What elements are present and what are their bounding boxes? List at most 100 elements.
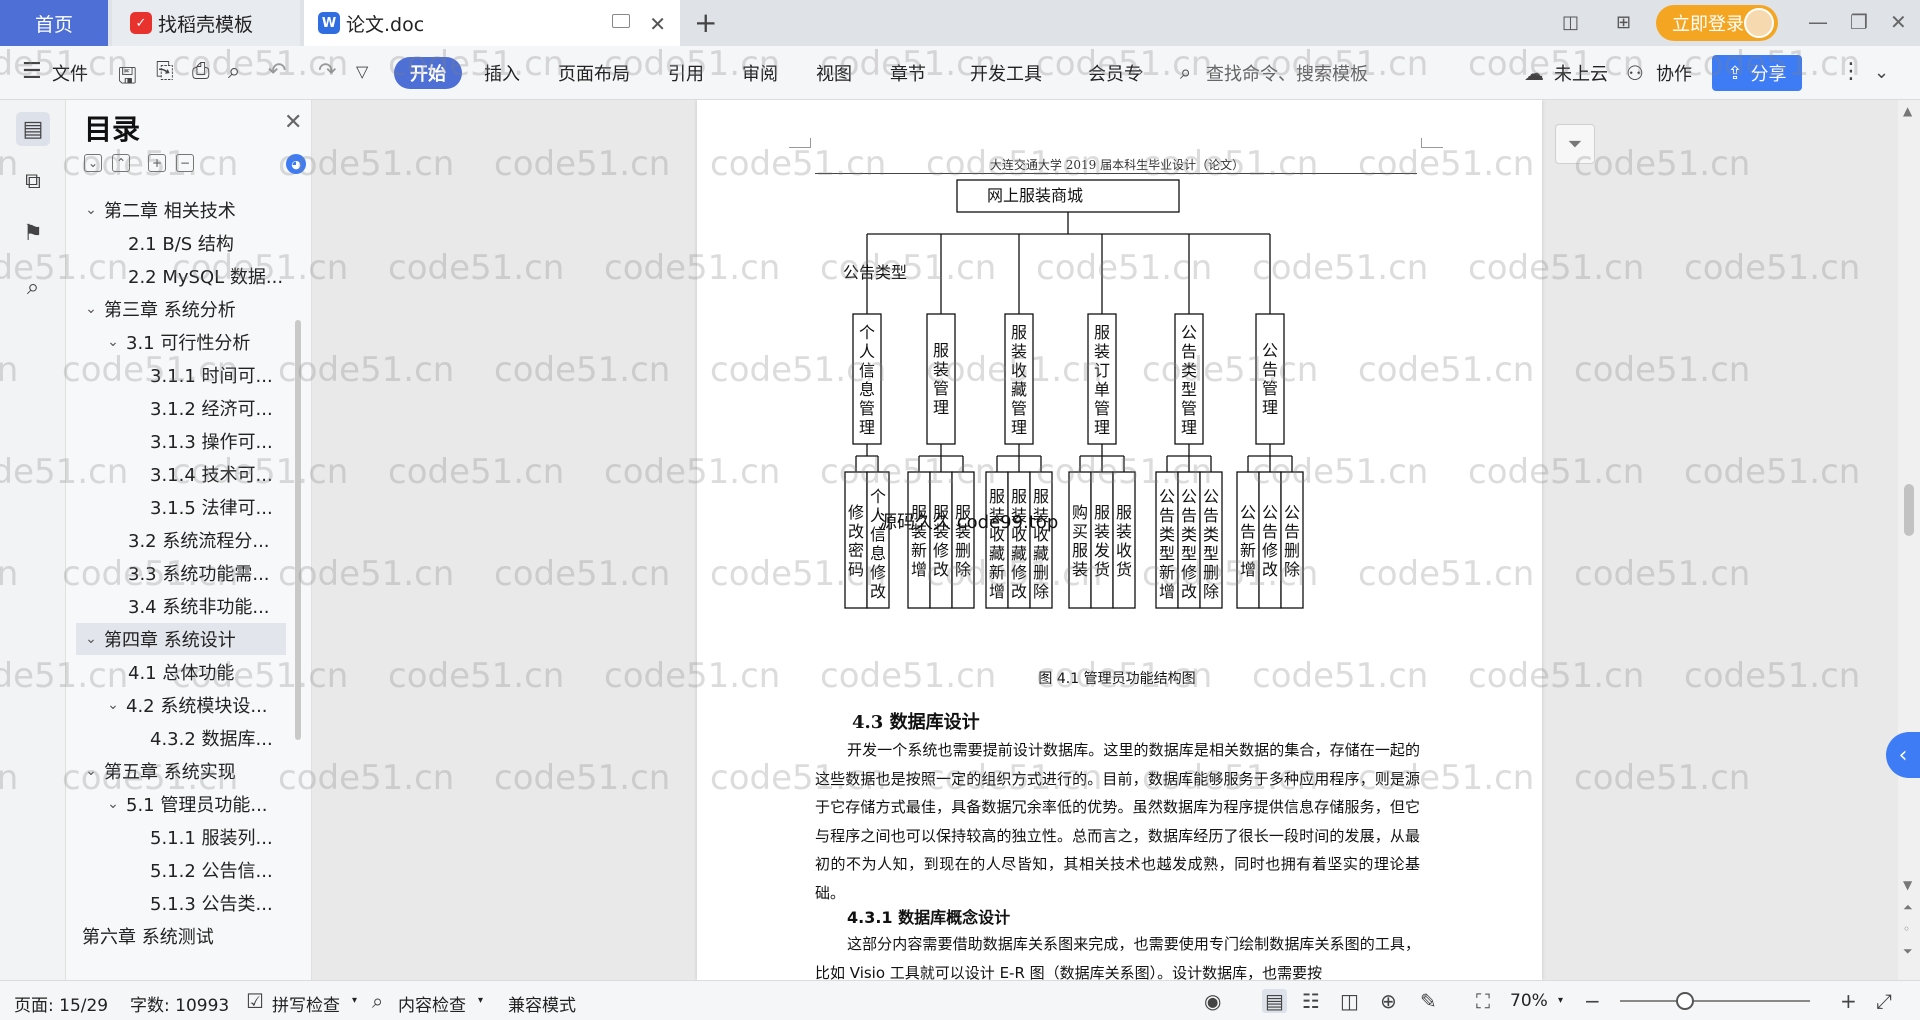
close-window-icon[interactable]: ✕ (1890, 10, 1907, 34)
more-options-icon[interactable]: ⋮ (1840, 59, 1862, 84)
toc-item[interactable]: 3.1.4 技术可... (76, 458, 286, 490)
write-mode-icon[interactable]: ✎ (1420, 989, 1437, 1013)
toc-expand-arrow-icon[interactable]: ⌄ (82, 202, 100, 218)
toc-expand-arrow-icon[interactable]: ⌄ (82, 301, 100, 317)
toc-expand-arrow-icon[interactable]: ⌄ (82, 763, 100, 779)
collab-button[interactable]: 协作 (1656, 60, 1692, 86)
tab-home[interactable]: 首页 (0, 0, 108, 46)
toc-expand-arrow-icon[interactable]: ⌄ (104, 697, 122, 713)
toc-item[interactable]: 3.1.2 经济可... (76, 392, 286, 424)
web-view-icon[interactable]: ⊕ (1380, 989, 1397, 1013)
toc-item[interactable]: ⌄ 4.2 系统模块设... (76, 689, 286, 721)
toc-item[interactable]: 4.1 总体功能 (76, 656, 286, 688)
next-page-icon[interactable]: ⏷ (1903, 944, 1913, 959)
scroll-down-icon[interactable]: ▼ (1903, 878, 1912, 892)
prev-page-icon[interactable]: ⏶ (1903, 900, 1913, 915)
toc-collapse-icon[interactable]: ⌃ (112, 154, 130, 172)
toc-item[interactable]: ⌄ 第三章 系统分析 (76, 293, 286, 325)
eye-protect-icon[interactable]: ◉ (1204, 989, 1221, 1013)
ribbon-tab-insert[interactable]: 插入 (484, 60, 520, 86)
zoom-level[interactable]: 70% (1510, 991, 1548, 1011)
toc-expand-arrow-icon[interactable]: ⌄ (104, 796, 122, 812)
redo-icon[interactable]: ↷ (318, 59, 336, 84)
toc-assistant-icon[interactable]: ◕ (286, 154, 306, 174)
grid-apps-icon[interactable]: ⊞ (1616, 12, 1631, 33)
outline-view-icon[interactable]: ☷ (1302, 989, 1320, 1013)
vertical-scrollbar[interactable]: ▲ ▼ ⏶ ◦ ⏷ (1898, 100, 1920, 980)
page-view-icon[interactable]: ▤ (1262, 989, 1287, 1013)
cloud-status-button[interactable]: 未上云 (1554, 60, 1608, 86)
print-preview-icon[interactable]: ⌕ (228, 59, 240, 84)
zoom-slider[interactable] (1620, 1000, 1810, 1002)
ribbon-tab-start[interactable]: 开始 (394, 57, 462, 89)
toc-item[interactable]: 2.1 B/S 结构 (76, 227, 286, 259)
tab-template[interactable]: ✓ 找稻壳模板 (112, 0, 300, 46)
ribbon-tab-review[interactable]: 审阅 (742, 60, 778, 86)
content-dropdown-icon[interactable]: ▾ (478, 995, 483, 1006)
toc-item[interactable]: ⌄ 第二章 相关技术 (76, 194, 286, 226)
document-page[interactable]: 大连交通大学 2019 届本科生毕业设计（论文） 网上服装商城 公告类型 个人信息管… (697, 100, 1542, 980)
toc-item[interactable]: 5.1.3 公告类... (76, 887, 286, 919)
login-button[interactable]: 立即登录 (1656, 5, 1778, 41)
command-search-input[interactable]: 查找命令、搜索模板 (1206, 60, 1368, 86)
toc-item[interactable]: 3.1.3 操作可... (76, 425, 286, 457)
toc-item[interactable]: 5.1.1 服装列... (76, 821, 286, 853)
new-tab-button[interactable]: + (694, 6, 717, 39)
spell-check-button[interactable]: 拼写检查 (272, 991, 340, 1016)
toc-item[interactable]: 2.2 MySQL 数据... (76, 260, 286, 292)
layout-toggle-icon[interactable]: ◫ (1562, 12, 1579, 33)
zoom-slider-handle[interactable] (1676, 992, 1694, 1010)
toc-panel-icon[interactable]: ▤ (16, 112, 50, 146)
toc-item[interactable]: ⌄ 5.1 管理员功能... (76, 788, 286, 820)
select-browse-icon[interactable]: ◦ (1903, 922, 1910, 936)
bookmark-icon[interactable]: ⚑ (16, 216, 50, 250)
zoom-dropdown-icon[interactable]: ▾ (1558, 995, 1563, 1006)
scroll-up-icon[interactable]: ▲ (1903, 104, 1912, 118)
share-button[interactable]: ⇪ 分享 (1712, 55, 1802, 91)
export-pdf-icon[interactable]: ⎘ (156, 59, 174, 84)
file-menu[interactable]: 文件 (52, 60, 88, 86)
monitor-icon[interactable] (612, 14, 630, 28)
toc-item[interactable]: 第六章 系统测试 (76, 920, 286, 952)
toc-item[interactable]: 3.1.5 法律可... (76, 491, 286, 523)
ribbon-tab-view[interactable]: 视图 (816, 60, 852, 86)
zoom-in-icon[interactable]: + (1840, 989, 1857, 1013)
toc-item[interactable]: ⌄ 3.1 可行性分析 (76, 326, 286, 358)
toc-expand-icon[interactable]: ⌄ (84, 154, 102, 172)
ribbon-tab-developer[interactable]: 开发工具 (970, 60, 1042, 86)
tab-document[interactable]: W 论文.doc ✕ (304, 0, 680, 46)
toc-item[interactable]: 3.4 系统非功能... (76, 590, 286, 622)
spell-dropdown-icon[interactable]: ▾ (352, 995, 357, 1006)
ribbon-tab-section[interactable]: 章节 (890, 60, 926, 86)
content-check-button[interactable]: 内容检查 (398, 991, 466, 1016)
toc-item[interactable]: 5.1.2 公告信... (76, 854, 286, 886)
toc-item[interactable]: ⌄ 第四章 系统设计 (76, 623, 286, 655)
collapse-ribbon-icon[interactable]: ⌄ (1874, 62, 1889, 83)
page-tool-button[interactable]: ⏷ (1555, 124, 1595, 164)
restore-icon[interactable]: ❐ (1850, 10, 1868, 34)
more-quick-icon[interactable]: ▽ (356, 62, 368, 81)
toc-item[interactable]: ⌄ 第五章 系统实现 (76, 755, 286, 787)
menu-icon[interactable]: ☰ (22, 59, 42, 84)
minimize-icon[interactable]: — (1808, 10, 1828, 34)
chevron-right-icon[interactable]: › (1138, 64, 1144, 80)
undo-icon[interactable]: ↶ (268, 59, 286, 84)
word-count[interactable]: 字数: 10993 (130, 991, 229, 1016)
close-tab-icon[interactable]: ✕ (649, 12, 666, 36)
fullscreen-icon[interactable]: ⤢ (1876, 989, 1892, 1013)
reading-view-icon[interactable]: ◫ (1340, 989, 1359, 1013)
page-indicator[interactable]: 页面: 15/29 (14, 991, 108, 1016)
ribbon-tab-reference[interactable]: 引用 (668, 60, 704, 86)
toc-item[interactable]: 3.1.1 时间可... (76, 359, 286, 391)
toc-remove-icon[interactable]: − (176, 154, 194, 172)
zoom-out-icon[interactable]: − (1584, 989, 1601, 1013)
toc-expand-arrow-icon[interactable]: ⌄ (104, 334, 122, 350)
ribbon-tab-layout[interactable]: 页面布局 (558, 60, 630, 86)
toc-scrollbar[interactable] (295, 320, 301, 740)
ribbon-tab-member[interactable]: 会员专 (1088, 60, 1142, 86)
toc-add-icon[interactable]: + (148, 154, 166, 172)
toc-item[interactable]: 3.2 系统流程分... (76, 524, 286, 556)
print-icon[interactable]: ⎙ (192, 59, 210, 84)
fit-page-icon[interactable]: ⛶ (1476, 989, 1490, 1013)
save-icon[interactable]: 🖫 (118, 59, 137, 97)
